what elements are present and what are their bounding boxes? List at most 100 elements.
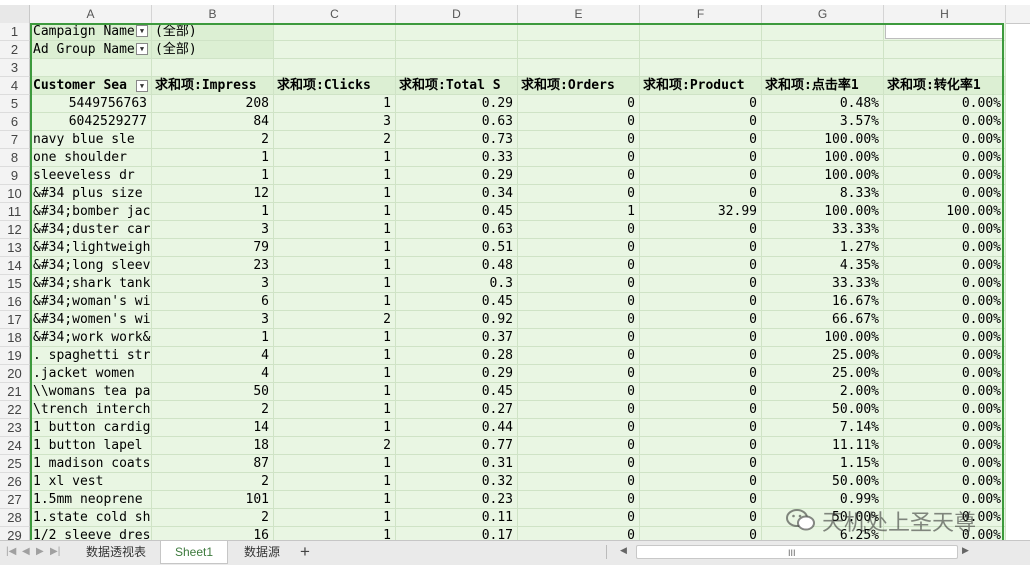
search-term-cell[interactable]: 1 button lapel (30, 437, 152, 455)
value-cell[interactable]: 25.00% (762, 347, 884, 365)
value-cell[interactable]: 0.33 (396, 149, 518, 167)
value-cell[interactable]: 0 (518, 437, 640, 455)
search-term-cell[interactable]: &#34;duster car (30, 221, 152, 239)
search-term-cell[interactable]: 1.state cold sh (30, 509, 152, 527)
value-cell[interactable]: 0.45 (396, 293, 518, 311)
row-header[interactable]: 10 (0, 185, 30, 203)
sheet-tab[interactable]: Sheet1 (160, 541, 229, 564)
value-cell[interactable]: 1 (274, 257, 396, 275)
row-header[interactable]: 11 (0, 203, 30, 221)
value-cell[interactable]: 0.00% (884, 293, 1006, 311)
value-cell[interactable]: 1 (152, 167, 274, 185)
value-cell[interactable]: 0.28 (396, 347, 518, 365)
add-sheet-button[interactable]: + (300, 542, 310, 562)
value-cell[interactable]: 1 (274, 509, 396, 527)
value-cell[interactable]: 0 (640, 257, 762, 275)
scrollbar-grip[interactable]: III (788, 548, 796, 558)
value-cell[interactable]: 0.3 (396, 275, 518, 293)
value-cell[interactable]: 2 (152, 473, 274, 491)
value-cell[interactable]: 32.99 (640, 203, 762, 221)
cell[interactable] (884, 59, 1006, 77)
row-field-dropdown-icon[interactable]: ▼ (136, 80, 148, 92)
value-cell[interactable]: 0.31 (396, 455, 518, 473)
value-cell[interactable]: 0 (640, 419, 762, 437)
value-cell[interactable]: 0.00% (884, 365, 1006, 383)
value-cell[interactable]: 2 (274, 311, 396, 329)
row-header[interactable]: 20 (0, 365, 30, 383)
value-cell[interactable]: 0.73 (396, 131, 518, 149)
value-cell[interactable]: 1.27% (762, 239, 884, 257)
column-header-h[interactable]: H (884, 5, 1006, 23)
value-cell[interactable]: 0.48 (396, 257, 518, 275)
value-cell[interactable]: 0 (640, 473, 762, 491)
value-cell[interactable]: 0.48% (762, 95, 884, 113)
value-cell[interactable]: 50.00% (762, 401, 884, 419)
row-header[interactable]: 2 (0, 41, 30, 59)
row-header[interactable]: 26 (0, 473, 30, 491)
search-term-cell[interactable]: 1 xl vest (30, 473, 152, 491)
value-cell[interactable]: 0.45 (396, 383, 518, 401)
value-cell[interactable]: 0.00% (884, 131, 1006, 149)
value-cell[interactable]: 66.67% (762, 311, 884, 329)
value-cell[interactable]: 0 (640, 455, 762, 473)
value-cell[interactable]: 0.00% (884, 275, 1006, 293)
value-cell[interactable]: 0 (640, 149, 762, 167)
value-cell[interactable]: 0 (518, 185, 640, 203)
value-cell[interactable]: 1 (274, 473, 396, 491)
row-header[interactable]: 12 (0, 221, 30, 239)
prev-sheet-icon[interactable]: ◀ (22, 546, 30, 557)
value-cell[interactable]: 0 (518, 113, 640, 131)
value-cell[interactable]: 4 (152, 347, 274, 365)
value-cell[interactable]: 0 (518, 401, 640, 419)
filter-value[interactable]: (全部) (152, 23, 274, 41)
value-cell[interactable]: 23 (152, 257, 274, 275)
row-header[interactable]: 4 (0, 77, 30, 95)
value-cell[interactable]: 0 (518, 527, 640, 540)
search-term-cell[interactable]: &#34 plus size (30, 185, 152, 203)
value-cell[interactable]: 1 (274, 275, 396, 293)
value-cell[interactable]: 1 (274, 347, 396, 365)
filter-dropdown-icon[interactable]: ▼ (136, 43, 148, 55)
search-term-cell[interactable]: 1.5mm neoprene (30, 491, 152, 509)
filter-dropdown-icon[interactable]: ▼ (136, 25, 148, 37)
value-cell[interactable]: 0 (640, 293, 762, 311)
column-field-header[interactable]: 求和项:转化率1 (884, 77, 1006, 95)
column-field-header[interactable]: 求和项:Clicks (274, 77, 396, 95)
value-cell[interactable]: 1 (274, 167, 396, 185)
value-cell[interactable]: 6 (152, 293, 274, 311)
value-cell[interactable]: 0 (518, 491, 640, 509)
value-cell[interactable]: 0 (518, 149, 640, 167)
last-sheet-icon[interactable]: ▶| (50, 546, 60, 557)
row-header[interactable]: 23 (0, 419, 30, 437)
value-cell[interactable]: 0 (518, 509, 640, 527)
search-term-cell[interactable]: &#34;long sleev (30, 257, 152, 275)
value-cell[interactable]: 0 (640, 221, 762, 239)
row-header[interactable]: 15 (0, 275, 30, 293)
column-header-c[interactable]: C (274, 5, 396, 23)
cell[interactable] (30, 59, 152, 77)
value-cell[interactable]: 1 (274, 95, 396, 113)
value-cell[interactable]: 3 (152, 311, 274, 329)
row-header[interactable]: 18 (0, 329, 30, 347)
value-cell[interactable]: 0.17 (396, 527, 518, 540)
value-cell[interactable]: 0.00% (884, 419, 1006, 437)
row-header[interactable]: 17 (0, 311, 30, 329)
cell[interactable] (274, 59, 396, 77)
value-cell[interactable]: 0 (518, 329, 640, 347)
value-cell[interactable]: 0 (640, 239, 762, 257)
value-cell[interactable]: 1 (274, 419, 396, 437)
search-term-cell[interactable]: \\womans tea pa (30, 383, 152, 401)
column-header-a[interactable]: A (30, 5, 152, 23)
value-cell[interactable]: 16.67% (762, 293, 884, 311)
value-cell[interactable]: 0.44 (396, 419, 518, 437)
cell[interactable] (762, 59, 884, 77)
search-term-cell[interactable]: &#34;woman's wi (30, 293, 152, 311)
value-cell[interactable]: 1 (274, 527, 396, 540)
column-header-f[interactable]: F (640, 5, 762, 23)
value-cell[interactable]: 0.00% (884, 149, 1006, 167)
sheet-tab[interactable]: 数据透视表 (72, 541, 160, 563)
value-cell[interactable]: 0.29 (396, 95, 518, 113)
row-header[interactable]: 19 (0, 347, 30, 365)
value-cell[interactable]: 11.11% (762, 437, 884, 455)
value-cell[interactable]: 0 (640, 401, 762, 419)
